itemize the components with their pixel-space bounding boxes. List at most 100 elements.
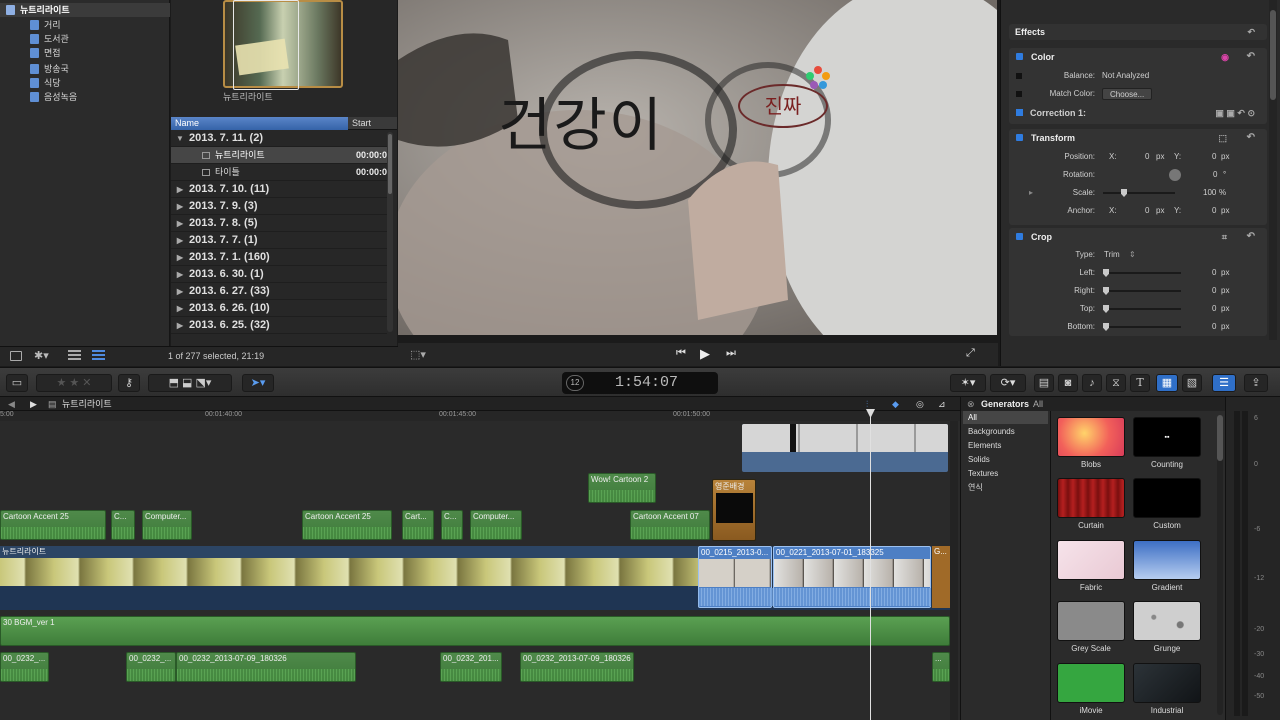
select-tool-icon[interactable]: ➤▾ — [242, 374, 274, 392]
prev-frame-icon[interactable]: ⏮ — [676, 347, 686, 360]
slider-knob[interactable] — [1103, 323, 1109, 331]
scale-slider[interactable] — [1103, 189, 1175, 197]
back-icon[interactable]: ◀ — [8, 397, 15, 411]
skimming-icon[interactable]: ⫶ — [866, 397, 868, 411]
audio-clip[interactable]: Cartoon Accent 25 — [302, 510, 392, 540]
slider-knob[interactable] — [1121, 189, 1127, 197]
transform-onscreen-icon[interactable]: ⬚ — [1218, 129, 1227, 147]
correction-tools-icon[interactable]: ▣ ▣ ↶ ⊙ — [1215, 104, 1255, 122]
gear-icon[interactable]: ✱▾ — [34, 349, 49, 362]
audio-clip[interactable]: Computer... — [142, 510, 192, 540]
viewer[interactable]: 건강이 진짜 — [398, 0, 997, 335]
effects-header[interactable]: Effects ↶ — [1009, 24, 1267, 40]
fullscreen-icon[interactable]: ⤢ — [966, 347, 975, 360]
timecode-display[interactable]: 12 1:54:07 — [562, 372, 718, 394]
library-item-street[interactable]: 거리 — [0, 18, 170, 32]
all-tab[interactable]: All — [1033, 397, 1043, 411]
forward-icon[interactable]: ▶ — [30, 397, 37, 411]
audio-clip[interactable]: Cartoon Accent 25 — [0, 510, 106, 540]
enable-checkbox[interactable] — [1016, 233, 1023, 240]
playhead[interactable] — [870, 410, 871, 720]
audio-clip[interactable]: 00_0232_2013-07-09_180326 — [520, 652, 634, 682]
keyword-icon[interactable]: ⚷ — [118, 374, 140, 392]
clip-row[interactable]: 뉴트리라이트 00:00:0 — [171, 147, 387, 164]
list-view-icon[interactable] — [92, 350, 105, 361]
disclosure-closed-icon[interactable]: ▶ — [171, 198, 189, 215]
generator-gradient[interactable]: Gradient — [1133, 540, 1201, 592]
library-item-restaurant[interactable]: 식당 — [0, 76, 170, 90]
generator-imovie[interactable]: iMovie — [1057, 663, 1125, 715]
position-x[interactable]: 0 — [1145, 148, 1149, 166]
enable-checkbox[interactable] — [1016, 53, 1023, 60]
enable-checkbox[interactable] — [1016, 134, 1023, 141]
play-icon[interactable]: ▶ — [700, 346, 710, 362]
clip-thumbnail[interactable] — [223, 0, 343, 90]
video-clip[interactable]: G... — [932, 546, 950, 608]
music-icon[interactable]: ♪ — [1082, 374, 1102, 392]
bgm-audio-clip[interactable]: 30 BGM_ver 1 — [0, 616, 950, 646]
slider-knob[interactable] — [1103, 269, 1109, 277]
crop-header[interactable]: Crop ⌗ ↶ — [1009, 228, 1267, 246]
transform-header[interactable]: Transform ⬚ ↶ — [1009, 129, 1267, 147]
event-row[interactable]: ▶ 2013. 6. 27. (33) — [171, 283, 387, 300]
import-icon[interactable]: ▭ — [6, 374, 28, 392]
crop-left-slider[interactable] — [1103, 269, 1181, 277]
generator-curtain[interactable]: Curtain — [1057, 478, 1125, 530]
category-solids[interactable]: Solids — [963, 453, 1048, 466]
event-row[interactable]: ▶ 2013. 7. 8. (5) — [171, 215, 387, 232]
category-custom[interactable]: 연식 — [963, 481, 1048, 494]
timeline-scrollbar[interactable] — [950, 421, 958, 720]
filmstrip-view-icon[interactable] — [68, 350, 81, 361]
audio-clip[interactable]: C... — [441, 510, 463, 540]
library-item-interview[interactable]: 면접 — [0, 46, 170, 60]
edit-buttons[interactable]: ⬒ ⬓ ⬔▾ — [148, 374, 232, 392]
library-item-library[interactable]: 도서관 — [0, 32, 170, 46]
close-icon[interactable]: ⊗ — [967, 397, 975, 411]
correction-checkbox[interactable] — [1016, 109, 1023, 116]
position-y[interactable]: 0 — [1212, 148, 1216, 166]
disclosure-closed-icon[interactable]: ▶ — [171, 266, 189, 283]
category-backgrounds[interactable]: Backgrounds — [963, 425, 1048, 438]
reset-icon[interactable]: ↶ — [1247, 48, 1255, 66]
category-textures[interactable]: Textures — [963, 467, 1048, 480]
primary-storyline[interactable]: 뉴트리라이트 00_0215_2013-0... 00_0221_2013-07… — [0, 546, 950, 610]
scroll-thumb[interactable] — [1270, 10, 1276, 100]
generator-fabric[interactable]: Fabric — [1057, 540, 1125, 592]
timeline[interactable]: ◀ ▶ ▤ 뉴트리라이트 ⫶ ◆ ◎ ⊿ 5:00 00:01:40:00 00… — [0, 397, 960, 720]
audio-skimming-icon[interactable]: ◆ — [892, 397, 899, 411]
reset-icon[interactable]: ↶ — [1247, 129, 1255, 147]
crop-right-slider[interactable] — [1103, 287, 1181, 295]
column-start[interactable]: Start — [352, 117, 371, 130]
video-filmstrip[interactable] — [0, 558, 698, 586]
enhance-icon[interactable]: ✶▾ — [950, 374, 986, 392]
inspector-scrollbar[interactable] — [1269, 0, 1277, 340]
event-row[interactable]: ▶ 2013. 7. 9. (3) — [171, 198, 387, 215]
snapping-icon[interactable]: ⊿ — [938, 397, 946, 411]
generator-blobs[interactable]: Blobs — [1057, 417, 1125, 469]
disclosure-closed-icon[interactable]: ▶ — [171, 249, 189, 266]
choose-button[interactable]: Choose... — [1102, 88, 1153, 100]
rating-buttons[interactable]: ★ ★ ✕ — [36, 374, 112, 392]
event-row[interactable]: ▶ 2013. 7. 7. (1) — [171, 232, 387, 249]
next-frame-icon[interactable]: ⏭ — [726, 347, 736, 360]
transitions-icon[interactable]: ⧖ — [1106, 374, 1126, 392]
event-row[interactable]: ▶ 2013. 6. 26. (10) — [171, 300, 387, 317]
title-clip[interactable]: 영준배경 — [712, 479, 756, 541]
generator-grey-scale[interactable]: Grey Scale — [1057, 601, 1125, 653]
disclosure-closed-icon[interactable]: ▶ — [171, 181, 189, 198]
match-checkbox[interactable] — [1016, 91, 1022, 97]
disclosure-closed-icon[interactable]: ▸ — [1029, 184, 1033, 202]
reset-icon[interactable]: ↶ — [1247, 24, 1255, 40]
audio-clip[interactable]: 00_0232_... — [126, 652, 176, 682]
crop-top-slider[interactable] — [1103, 305, 1181, 313]
category-elements[interactable]: Elements — [963, 439, 1048, 452]
thumbnail-selection[interactable] — [233, 0, 299, 90]
media-browser-icon[interactable]: ▤ — [1034, 374, 1054, 392]
reset-icon[interactable]: ↶ — [1247, 228, 1255, 246]
generator-grunge[interactable]: Grunge — [1133, 601, 1201, 653]
event-row[interactable]: ▶ 2013. 7. 10. (11) — [171, 181, 387, 198]
anchor-x[interactable]: 0 — [1145, 202, 1149, 220]
color-header[interactable]: Color ◉ ↶ — [1009, 48, 1267, 66]
crop-bottom-slider[interactable] — [1103, 323, 1181, 331]
share-icon[interactable]: ⇪ — [1244, 374, 1268, 392]
